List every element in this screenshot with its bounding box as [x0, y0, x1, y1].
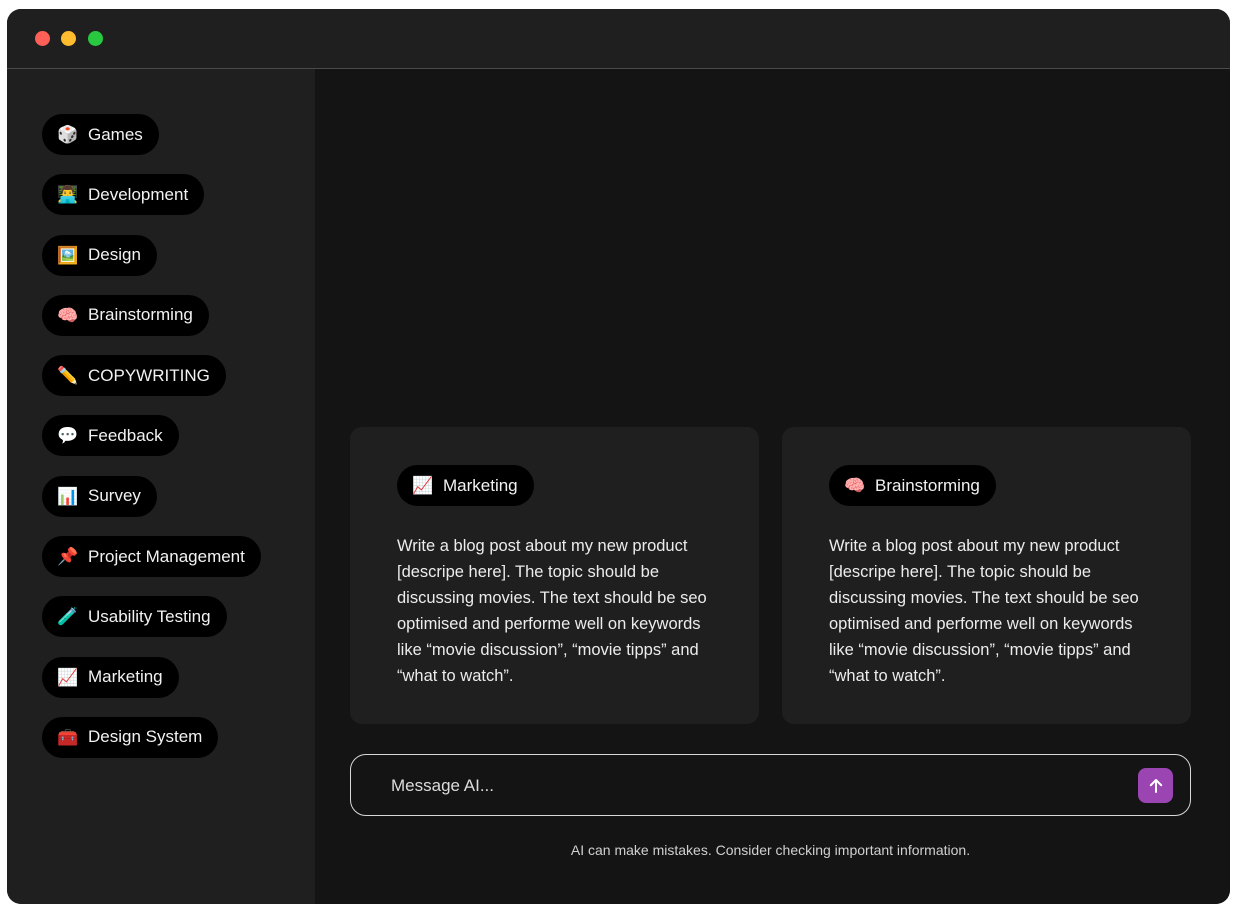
- card-tag-label: Marketing: [443, 475, 518, 495]
- maximize-window-button[interactable]: [88, 31, 103, 46]
- card-prompt-text: Write a blog post about my new product […: [829, 537, 1139, 685]
- speech-bubble-icon: 💬: [57, 426, 79, 446]
- sidebar-item-design-system[interactable]: 🧰 Design System: [42, 716, 219, 758]
- close-window-button[interactable]: [35, 31, 50, 46]
- chat-area: 📈 Marketing Write a blog post about my ne…: [315, 69, 1230, 904]
- sidebar-item-feedback[interactable]: 💬 Feedback: [42, 415, 179, 457]
- sidebar-item-label: Development: [88, 184, 189, 204]
- prompt-suggestion-card[interactable]: 📈 Marketing Write a blog post about my ne…: [350, 427, 759, 724]
- sidebar-item-brainstorming[interactable]: 🧠 Brainstorming: [42, 294, 209, 336]
- pushpin-icon: 📌: [57, 547, 79, 567]
- test-tube-icon: 🧪: [57, 607, 79, 627]
- chart-increasing-icon: 📈: [57, 667, 79, 687]
- bar-chart-icon: 📊: [57, 486, 79, 506]
- card-prompt-text: Write a blog post about my new product […: [397, 537, 707, 685]
- title-bar: [7, 9, 1230, 69]
- sidebar-item-project-management[interactable]: 📌 Project Management: [42, 536, 261, 578]
- sidebar-item-marketing[interactable]: 📈 Marketing: [42, 656, 179, 698]
- sidebar-item-label: Brainstorming: [88, 305, 193, 325]
- sidebar-item-label: Survey: [88, 486, 141, 506]
- category-list: 🎲 Games 👨‍💻 Development 🖼️ Design 🧠 Brainsto…: [42, 114, 261, 777]
- sidebar-item-label: Project Management: [88, 546, 245, 566]
- sidebar-item-label: Design: [88, 245, 141, 265]
- developer-icon: 👨‍💻: [57, 185, 79, 205]
- sidebar-item-survey[interactable]: 📊 Survey: [42, 475, 157, 517]
- card-tag-brainstorming: 🧠 Brainstorming: [829, 465, 996, 506]
- sidebar-item-copywriting[interactable]: ✏️ COPYWRITING: [42, 355, 226, 397]
- sidebar-item-games[interactable]: 🎲 Games: [42, 114, 159, 155]
- brain-icon: 🧠: [57, 305, 79, 325]
- sidebar-item-development[interactable]: 👨‍💻 Development: [42, 174, 205, 216]
- message-input[interactable]: [389, 767, 1113, 805]
- dice-icon: 🎲: [57, 125, 79, 144]
- brain-icon: 🧠: [844, 476, 866, 495]
- sidebar-item-label: Games: [88, 124, 143, 144]
- sidebar-item-label: COPYWRITING: [88, 365, 210, 385]
- sidebar-item-usability-testing[interactable]: 🧪 Usability Testing: [42, 596, 227, 638]
- card-tag-label: Brainstorming: [875, 475, 980, 495]
- card-tag-marketing: 📈 Marketing: [397, 465, 534, 506]
- sidebar-item-label: Usability Testing: [88, 606, 211, 626]
- sidebar-item-label: Marketing: [88, 667, 163, 687]
- picture-icon: 🖼️: [57, 245, 79, 265]
- sidebar-item-label: Feedback: [88, 425, 163, 445]
- prompt-suggestion-card[interactable]: 🧠 Brainstorming Write a blog post about m…: [782, 427, 1191, 724]
- minimize-window-button[interactable]: [61, 31, 76, 46]
- sidebar: 🎲 Games 👨‍💻 Development 🖼️ Design 🧠 Brainsto…: [7, 69, 315, 904]
- send-button[interactable]: [1138, 768, 1173, 803]
- toolbox-icon: 🧰: [57, 727, 79, 747]
- disclaimer-text: AI can make mistakes. Consider checking …: [570, 842, 971, 858]
- app-window: 🎲 Games 👨‍💻 Development 🖼️ Design 🧠 Brainsto…: [7, 9, 1230, 904]
- sidebar-item-label: Design System: [88, 727, 203, 747]
- sidebar-item-design[interactable]: 🖼️ Design: [42, 234, 157, 276]
- chart-increasing-icon: 📈: [412, 476, 434, 495]
- arrow-up-icon: [1149, 778, 1162, 793]
- pencil-icon: ✏️: [57, 366, 79, 386]
- message-composer: [350, 754, 1191, 816]
